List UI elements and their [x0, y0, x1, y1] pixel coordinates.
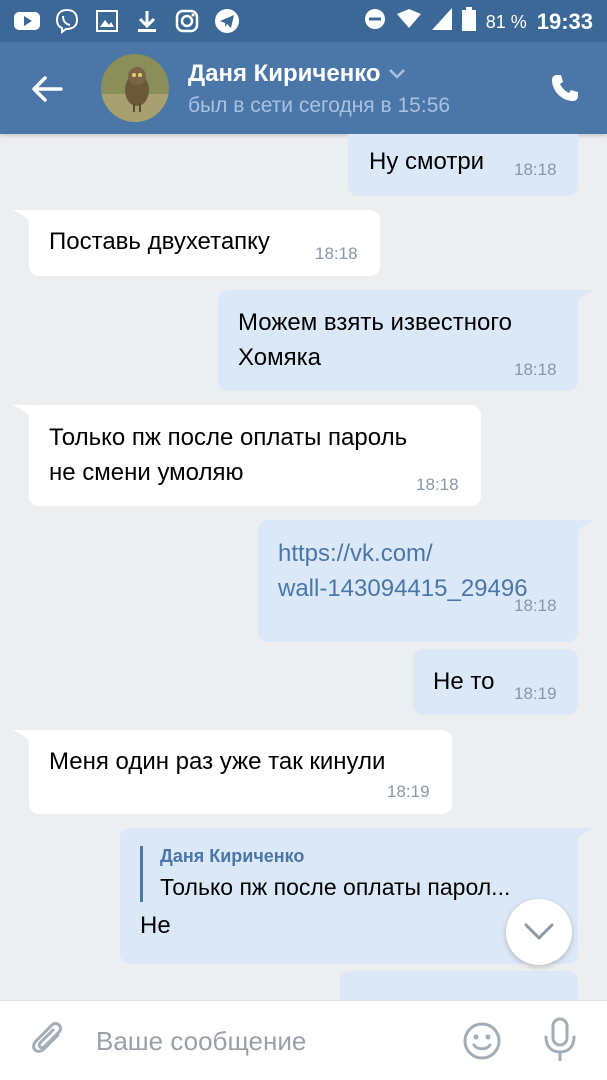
bubble-tail	[571, 828, 595, 850]
scroll-down-button[interactable]	[506, 899, 572, 965]
dnd-icon	[364, 8, 386, 36]
gallery-icon	[94, 8, 120, 34]
chevron-down-icon	[388, 69, 405, 79]
message-incoming[interactable]: Только пж после оплаты пароль не смени у…	[29, 405, 481, 506]
telegram-icon	[214, 8, 240, 34]
message-outgoing[interactable]: https://vk.com/ wall-143094415_29496 18:…	[258, 520, 578, 642]
bubble-tail	[571, 290, 595, 312]
message-text: Не	[140, 912, 171, 939]
avatar[interactable]	[101, 54, 169, 122]
message-input[interactable]	[96, 1021, 436, 1061]
contact-status: был в сети сегодня в 15:56	[188, 94, 451, 117]
wifi-icon	[396, 8, 422, 36]
message-list[interactable]: Ну смотри 18:18 Поставь двухетапку 18:18…	[0, 134, 607, 1000]
message-time: 18:19	[387, 782, 430, 801]
microphone-icon	[544, 1017, 576, 1061]
chat-header: Даня Кириченко был в сети сегодня в 15:5…	[0, 42, 607, 134]
message-outgoing[interactable]: Не то 18:19	[413, 649, 578, 715]
youtube-icon	[14, 8, 40, 34]
call-button[interactable]	[547, 70, 583, 106]
clock: 19:33	[536, 9, 593, 34]
back-button[interactable]	[30, 72, 64, 106]
phone-icon	[552, 75, 578, 101]
message-incoming[interactable]: Меня один раз уже так кинули 18:19	[29, 730, 452, 814]
message-text: Меня один раз уже так кинули	[49, 748, 386, 775]
emoji-button[interactable]	[462, 1021, 502, 1061]
contact-name-text: Даня Кириченко	[188, 60, 381, 87]
chevron-down-icon	[524, 923, 554, 940]
message-text: Не то	[433, 668, 495, 695]
battery-icon	[461, 7, 476, 37]
paperclip-icon	[32, 1022, 62, 1053]
reply-quote-bar	[140, 846, 143, 902]
instagram-icon	[174, 8, 200, 34]
bubble-tail	[12, 210, 36, 232]
bubble-tail	[12, 730, 36, 752]
message-outgoing-partial[interactable]	[340, 971, 578, 1000]
message-time: 18:18	[514, 596, 557, 615]
message-outgoing[interactable]: Можем взять известного Хомяка 18:18	[218, 290, 578, 391]
reply-quote-text: Только пж после оплаты парол...	[160, 874, 511, 900]
smiley-icon	[463, 1022, 501, 1060]
message-time: 18:18	[315, 244, 358, 263]
status-bar-notifications	[14, 8, 240, 34]
download-icon	[134, 8, 160, 34]
composer	[0, 1000, 607, 1080]
message-time: 18:18	[416, 475, 459, 494]
signal-icon	[431, 8, 452, 36]
message-time: 18:18	[514, 360, 557, 379]
bubble-tail	[12, 405, 36, 427]
message-incoming[interactable]: Поставь двухетапку 18:18	[29, 210, 380, 276]
message-time: 18:18	[514, 160, 557, 179]
message-time: 18:19	[514, 684, 557, 703]
voice-message-button[interactable]	[540, 1017, 580, 1063]
message-text: Ну смотри	[369, 148, 485, 175]
bubble-tail	[571, 520, 595, 542]
message-text: Поставь двухетапку	[49, 228, 270, 255]
battery-percent: 81 %	[485, 11, 527, 32]
contact-name[interactable]: Даня Кириченко	[188, 60, 405, 88]
message-text-line: не смени умоляю	[49, 459, 244, 486]
attach-button[interactable]	[30, 1021, 66, 1061]
arrow-left-icon	[32, 76, 63, 102]
viber-icon	[54, 8, 80, 34]
message-text-line: Хомяка	[238, 344, 321, 371]
status-bar-system: 81 % 19:33	[364, 7, 593, 37]
reply-quote-author: Даня Кириченко	[160, 846, 305, 866]
message-link[interactable]: wall-143094415_29496	[278, 571, 528, 606]
message-text-line: Только пж после оплаты пароль	[49, 424, 408, 451]
message-outgoing[interactable]: Ну смотри 18:18	[348, 134, 578, 196]
message-text-line: Можем взять известного	[238, 309, 512, 336]
status-bar: 81 % 19:33	[0, 0, 607, 42]
message-link[interactable]: https://vk.com/	[278, 536, 433, 571]
